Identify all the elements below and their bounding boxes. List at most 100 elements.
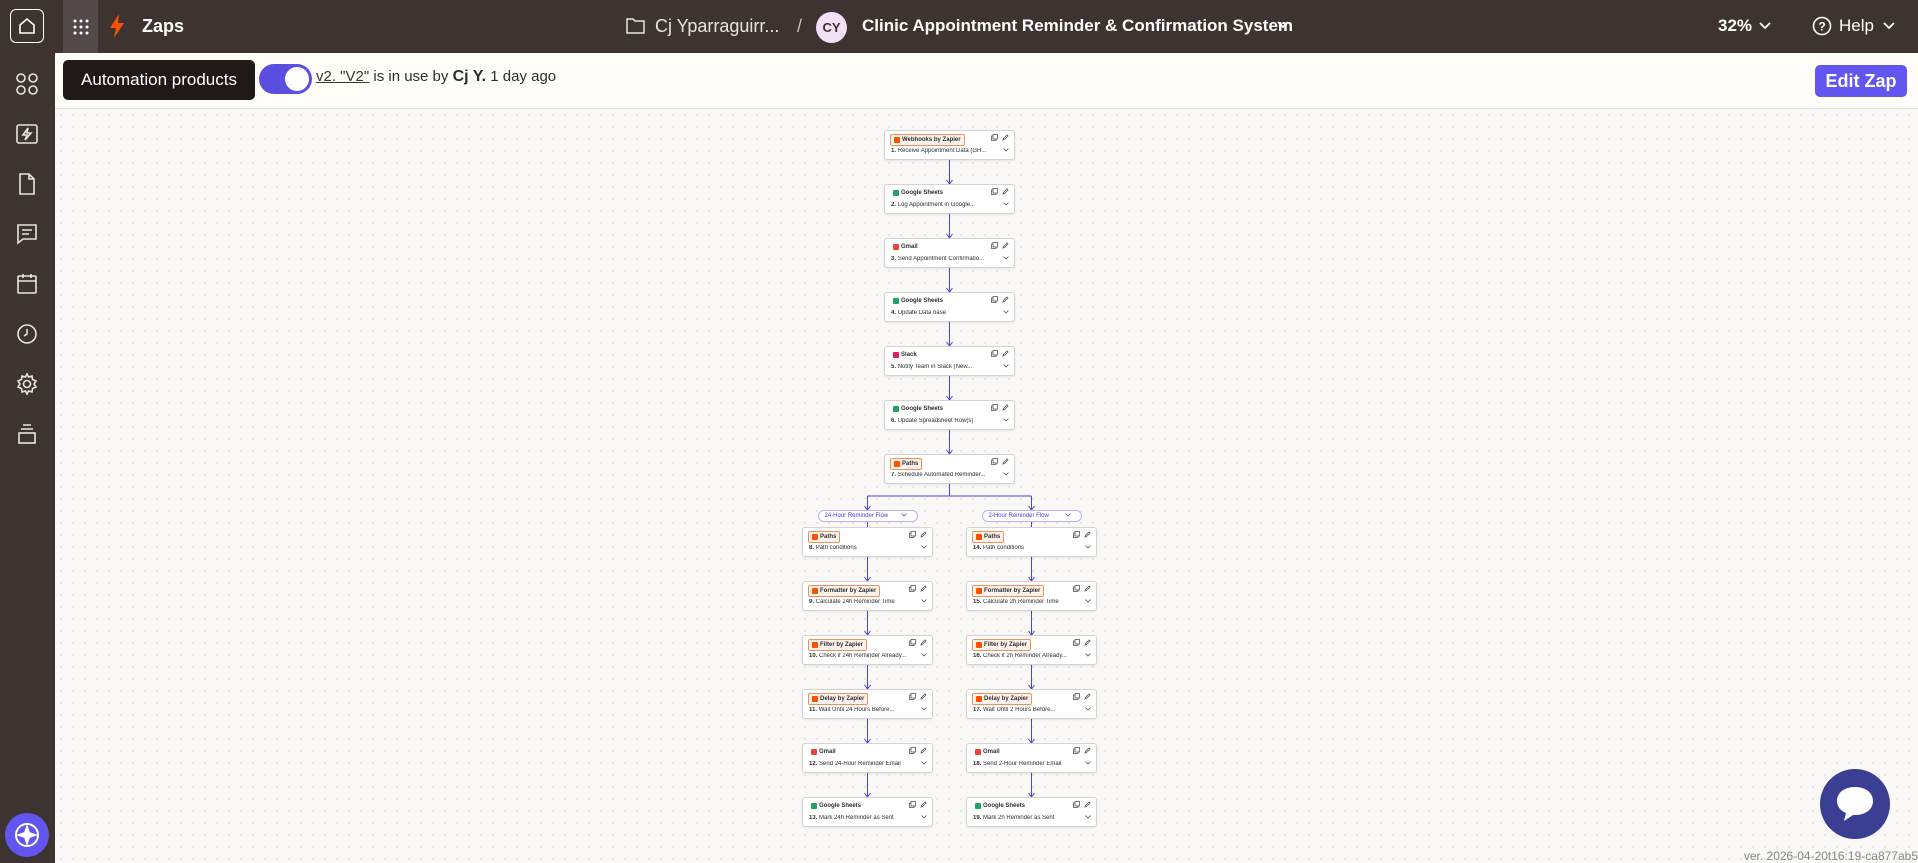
chevron-down-icon[interactable] <box>1085 815 1091 819</box>
copy-icon[interactable] <box>991 296 998 303</box>
zap-status-toggle[interactable] <box>259 64 312 94</box>
step-card[interactable]: Gmail 18. Send 2-Hour Reminder Email <box>966 743 1097 773</box>
chevron-down-icon[interactable] <box>1085 761 1091 765</box>
chevron-down-icon[interactable] <box>921 653 927 657</box>
copy-icon[interactable] <box>909 639 916 646</box>
help-menu[interactable]: Help <box>1839 16 1874 36</box>
edit-icon[interactable] <box>1084 801 1091 808</box>
edit-icon[interactable] <box>1084 747 1091 754</box>
chat-button[interactable] <box>1820 769 1890 839</box>
sidebar-item-tables[interactable] <box>14 171 40 197</box>
copy-icon[interactable] <box>909 585 916 592</box>
edit-icon[interactable] <box>920 801 927 808</box>
edit-icon[interactable] <box>1002 458 1009 465</box>
edit-icon[interactable] <box>1084 585 1091 592</box>
edit-icon[interactable] <box>920 531 927 538</box>
copy-icon[interactable] <box>909 693 916 700</box>
copy-icon[interactable] <box>991 350 998 357</box>
step-card[interactable]: Slack 5. Notify Team in Slack (New... <box>884 346 1015 376</box>
zoom-level[interactable]: 32% <box>1718 16 1752 36</box>
chevron-down-icon[interactable] <box>1085 707 1091 711</box>
step-card[interactable]: Gmail 12. Send 24-Hour Reminder Email <box>802 743 933 773</box>
chevron-down-icon[interactable] <box>921 761 927 765</box>
copy-icon[interactable] <box>1073 693 1080 700</box>
copy-icon[interactable] <box>991 242 998 249</box>
edit-icon[interactable] <box>920 693 927 700</box>
step-card[interactable]: Google Sheets 6. Update Spreadsheet Row(… <box>884 400 1015 430</box>
sidebar-item-interfaces[interactable] <box>14 221 40 247</box>
edit-icon[interactable] <box>920 639 927 646</box>
chevron-down-icon[interactable] <box>1003 256 1009 260</box>
edit-icon[interactable] <box>920 585 927 592</box>
step-card[interactable]: Google Sheets 13. Mark 24h Reminder as S… <box>802 797 933 827</box>
copy-icon[interactable] <box>991 458 998 465</box>
step-card[interactable]: Google Sheets 2. Log Appointment in Goog… <box>884 184 1015 214</box>
step-card[interactable]: Gmail 3. Send Appointment Confirmatio... <box>884 238 1015 268</box>
step-card[interactable]: Delay by Zapier 11. Wait Until 24 Hours … <box>802 689 933 719</box>
edit-icon[interactable] <box>1084 531 1091 538</box>
chevron-down-icon[interactable] <box>1085 653 1091 657</box>
edit-icon[interactable] <box>1002 242 1009 249</box>
edit-icon[interactable] <box>920 747 927 754</box>
path-label[interactable]: 2-Hour Reminder Flow <box>981 510 1082 522</box>
chevron-down-icon[interactable] <box>1277 21 1289 29</box>
step-card[interactable]: Paths 8. Path conditions <box>802 527 933 557</box>
chevron-down-icon[interactable] <box>1003 148 1009 152</box>
chevron-down-icon[interactable] <box>1064 513 1071 517</box>
chevron-down-icon[interactable] <box>921 815 927 819</box>
version-link[interactable]: v2. "V2" <box>316 68 369 85</box>
copy-icon[interactable] <box>909 747 916 754</box>
copy-icon[interactable] <box>909 801 916 808</box>
step-card[interactable]: Delay by Zapier 17. Wait Until 2 Hours B… <box>966 689 1097 719</box>
sidebar-item-zaps[interactable] <box>14 121 40 147</box>
edit-icon[interactable] <box>1084 639 1091 646</box>
help-chevron-icon[interactable] <box>1883 22 1895 30</box>
step-card[interactable]: Filter by Zapier 10. Check if 24h Remind… <box>802 635 933 665</box>
chevron-down-icon[interactable] <box>921 707 927 711</box>
chevron-down-icon[interactable] <box>921 599 927 603</box>
sidebar-item-archive[interactable] <box>14 421 40 447</box>
zap-title[interactable]: Clinic Appointment Reminder & Confirmati… <box>862 16 1293 36</box>
step-card[interactable]: Formatter by Zapier 9. Calculate 24h Rem… <box>802 581 933 611</box>
step-card[interactable]: Formatter by Zapier 15. Calculate 2h Rem… <box>966 581 1097 611</box>
step-card[interactable]: Google Sheets 4. Update Data base <box>884 292 1015 322</box>
sidebar-item-calendar[interactable] <box>14 271 40 297</box>
copy-icon[interactable] <box>1073 747 1080 754</box>
path-label[interactable]: 24-Hour Reminder Flow <box>817 510 918 522</box>
chevron-down-icon[interactable] <box>1003 202 1009 206</box>
copy-icon[interactable] <box>1073 801 1080 808</box>
sidebar-item-apps[interactable] <box>14 71 40 97</box>
assistant-button[interactable] <box>5 813 49 857</box>
folder-breadcrumb[interactable]: Cj Yparraguirr... <box>655 16 779 37</box>
chevron-down-icon[interactable] <box>1003 310 1009 314</box>
edit-icon[interactable] <box>1002 296 1009 303</box>
edit-icon[interactable] <box>1084 693 1091 700</box>
app-title[interactable]: Zaps <box>142 16 184 37</box>
edit-icon[interactable] <box>1002 188 1009 195</box>
copy-icon[interactable] <box>1073 531 1080 538</box>
zoom-chevron-icon[interactable] <box>1759 22 1771 30</box>
step-card[interactable]: Paths 7. Schedule Automated Reminder... <box>884 454 1015 484</box>
chevron-down-icon[interactable] <box>900 513 907 517</box>
copy-icon[interactable] <box>909 531 916 538</box>
step-card[interactable]: Google Sheets 19. Mark 2h Reminder as Se… <box>966 797 1097 827</box>
copy-icon[interactable] <box>991 188 998 195</box>
edit-icon[interactable] <box>1002 404 1009 411</box>
app-launcher-button[interactable] <box>63 0 98 53</box>
chevron-down-icon[interactable] <box>921 545 927 549</box>
copy-icon[interactable] <box>991 134 998 141</box>
edit-icon[interactable] <box>1002 134 1009 141</box>
copy-icon[interactable] <box>1073 639 1080 646</box>
home-button[interactable] <box>10 9 44 43</box>
chevron-down-icon[interactable] <box>1003 364 1009 368</box>
step-card[interactable]: Webhooks by Zapier 1. Receive Appointmen… <box>884 130 1015 160</box>
chevron-down-icon[interactable] <box>1003 418 1009 422</box>
step-card[interactable]: Paths 14. Path conditions <box>966 527 1097 557</box>
edit-zap-button[interactable]: Edit Zap <box>1815 65 1907 97</box>
edit-icon[interactable] <box>1002 350 1009 357</box>
sidebar-item-history[interactable] <box>14 321 40 347</box>
copy-icon[interactable] <box>1073 585 1080 592</box>
chevron-down-icon[interactable] <box>1003 472 1009 476</box>
chevron-down-icon[interactable] <box>1085 545 1091 549</box>
chevron-down-icon[interactable] <box>1085 599 1091 603</box>
